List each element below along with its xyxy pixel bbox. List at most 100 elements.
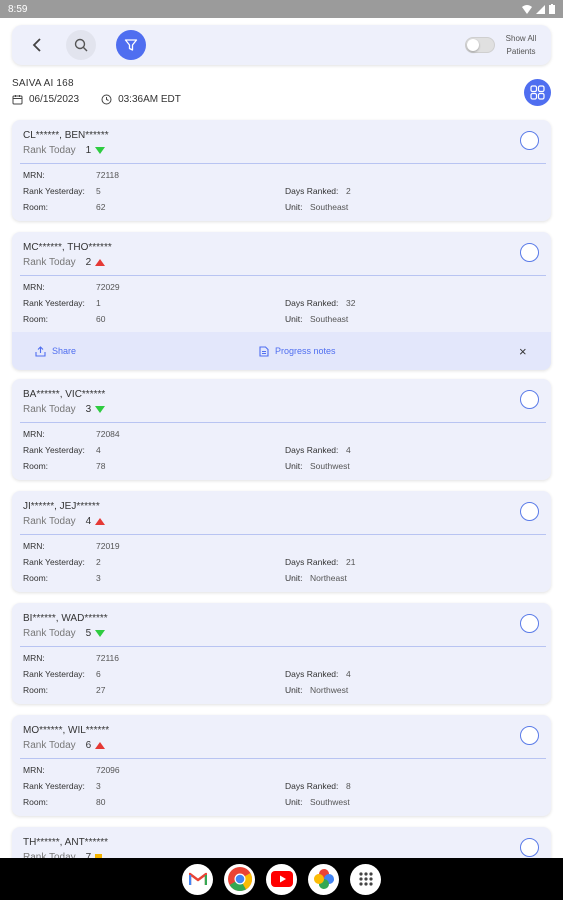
show-all-patients-label: Show All Patients [505, 34, 537, 56]
app-drawer-icon[interactable] [350, 863, 381, 895]
rank-up-icon [95, 742, 106, 749]
room-label: Room: [23, 685, 49, 695]
days-ranked-label: Days Ranked: [285, 186, 339, 196]
rank-number: 1 [85, 145, 92, 156]
signal-icon [536, 4, 545, 14]
status-bar: 8:59 [0, 0, 563, 18]
rank-number: 5 [85, 628, 92, 639]
room-value: 3 [96, 573, 101, 583]
patient-card[interactable]: BI******, WAD****** Rank Today 5 MRN: 721… [12, 603, 551, 704]
rank-number: 6 [85, 740, 92, 751]
divider [20, 758, 546, 759]
days-ranked-value: 21 [346, 557, 356, 567]
calendar-icon [12, 95, 23, 105]
select-radio[interactable] [520, 390, 539, 409]
share-icon [35, 345, 46, 357]
back-button[interactable] [22, 30, 52, 60]
rank-yesterday-value: 2 [96, 557, 101, 567]
report-time: 03:36AM EDT [118, 94, 181, 105]
select-radio[interactable] [520, 131, 539, 150]
mrn-value: 72116 [96, 653, 120, 663]
rank-yesterday-label: Rank Yesterday: [23, 298, 85, 308]
unit-value: Southwest [310, 797, 350, 807]
close-icon[interactable]: × [519, 344, 527, 359]
wifi-icon [522, 4, 532, 14]
patient-card[interactable]: MO******, WIL****** Rank Today 6 MRN: 720… [12, 715, 551, 816]
mrn-label: MRN: [23, 765, 45, 775]
rank-yesterday-value: 4 [96, 445, 101, 455]
rank-yesterday-label: Rank Yesterday: [23, 781, 85, 791]
search-button[interactable] [66, 30, 96, 60]
top-toolbar: Show All Patients [12, 25, 551, 65]
divider [20, 163, 546, 164]
divider [20, 422, 546, 423]
select-radio[interactable] [520, 614, 539, 633]
rank-yesterday-value: 5 [96, 186, 101, 196]
patient-card[interactable]: BA******, VIC****** Rank Today 3 MRN: 720… [12, 379, 551, 480]
filter-button[interactable] [116, 30, 146, 60]
share-button[interactable]: Share [35, 345, 76, 357]
patient-name: JI******, JEJ****** [23, 501, 100, 512]
rank-today: Rank Today 4 [23, 516, 106, 527]
select-radio[interactable] [520, 502, 539, 521]
unit-value: Northeast [310, 573, 347, 583]
patient-name: MO******, WIL****** [23, 725, 110, 736]
divider [20, 534, 546, 535]
divider [20, 646, 546, 647]
mrn-value: 72096 [96, 765, 120, 775]
days-ranked-value: 2 [346, 186, 351, 196]
room-value: 80 [96, 797, 106, 807]
divider [20, 275, 546, 276]
select-radio[interactable] [520, 838, 539, 857]
unit-label: Unit: [285, 314, 303, 324]
rank-down-icon [95, 147, 106, 154]
days-ranked-value: 32 [346, 298, 356, 308]
room-value: 27 [96, 685, 106, 695]
progress-notes-button[interactable]: Progress notes [259, 345, 336, 357]
days-ranked-label: Days Ranked: [285, 781, 339, 791]
mrn-value: 72019 [96, 541, 120, 551]
show-all-patients-toggle[interactable] [465, 37, 495, 53]
mrn-label: MRN: [23, 653, 45, 663]
gmail-icon[interactable] [182, 863, 213, 895]
unit-value: Southeast [310, 202, 349, 212]
mrn-value: 72084 [96, 429, 120, 439]
filter-icon [124, 39, 138, 51]
youtube-icon[interactable] [266, 863, 297, 895]
room-label: Room: [23, 202, 49, 212]
rank-today: Rank Today 6 [23, 740, 106, 751]
days-ranked-value: 4 [346, 445, 351, 455]
rank-up-icon [95, 518, 106, 525]
mrn-label: MRN: [23, 429, 45, 439]
clock-icon [101, 94, 112, 105]
chrome-icon[interactable] [224, 863, 255, 895]
rank-today: Rank Today 2 [23, 257, 106, 268]
unit-label: Unit: [285, 685, 303, 695]
show-all-patients-control: Show All Patients [465, 32, 541, 58]
photos-icon[interactable] [308, 863, 339, 895]
patient-card[interactable]: MC******, THO****** Rank Today 2 MRN: 720… [12, 232, 551, 370]
unit-label: Unit: [285, 202, 303, 212]
select-radio[interactable] [520, 243, 539, 262]
status-icons [522, 4, 555, 14]
mrn-label: MRN: [23, 282, 45, 292]
patient-card[interactable]: CL******, BEN****** Rank Today 1 MRN: 721… [12, 120, 551, 221]
grid-view-button[interactable] [524, 79, 551, 106]
chevron-left-icon [32, 38, 41, 52]
document-icon [259, 345, 269, 357]
patient-name: TH******, ANT****** [23, 837, 109, 848]
patient-name: MC******, THO****** [23, 242, 112, 253]
battery-icon [549, 4, 555, 14]
select-radio[interactable] [520, 726, 539, 745]
room-label: Room: [23, 461, 49, 471]
patient-card[interactable]: JI******, JEJ****** Rank Today 4 MRN: 720… [12, 491, 551, 592]
unit-label: Unit: [285, 797, 303, 807]
days-ranked-label: Days Ranked: [285, 298, 339, 308]
patient-name: CL******, BEN****** [23, 130, 109, 141]
mrn-label: MRN: [23, 541, 45, 551]
days-ranked-value: 8 [346, 781, 351, 791]
rank-today: Rank Today 1 [23, 145, 106, 156]
rank-yesterday-label: Rank Yesterday: [23, 186, 85, 196]
rank-number: 4 [85, 516, 92, 527]
rank-yesterday-label: Rank Yesterday: [23, 669, 85, 679]
